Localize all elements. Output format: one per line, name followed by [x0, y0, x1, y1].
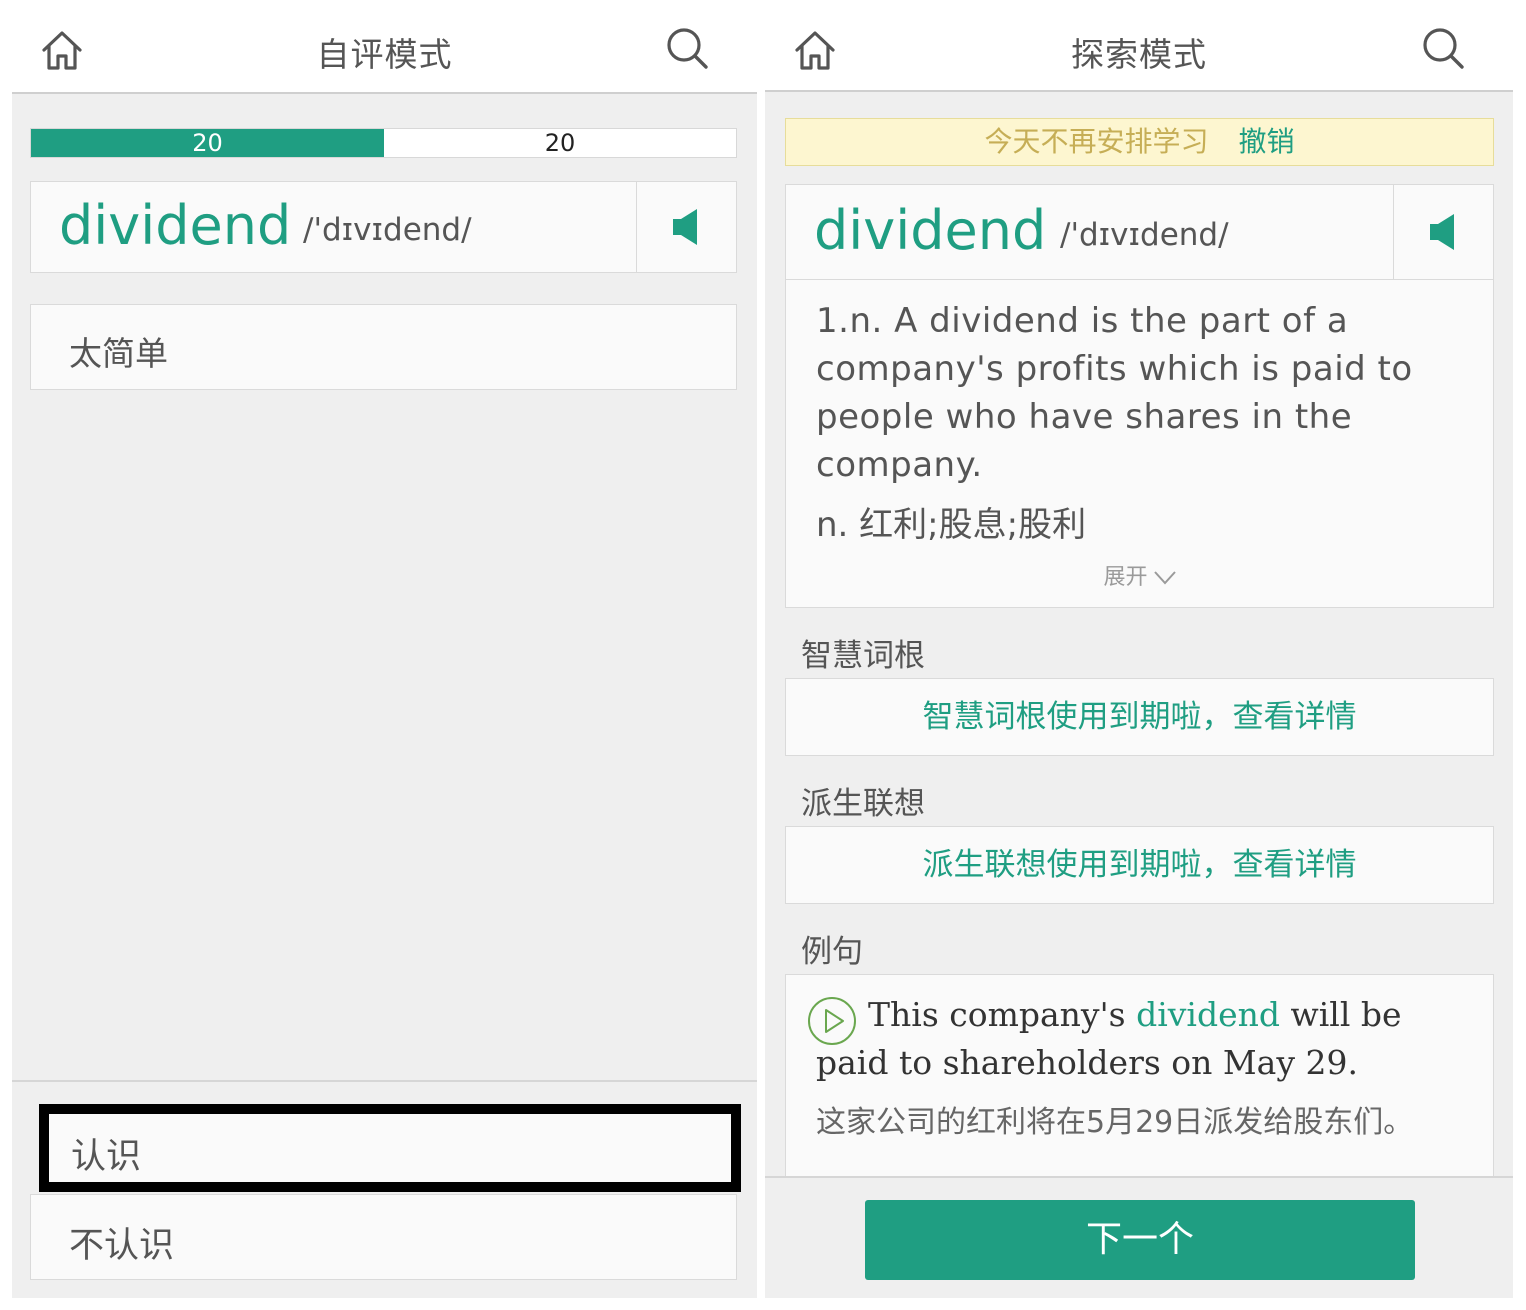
search-icon[interactable] [665, 26, 709, 70]
pronounce-button[interactable] [1393, 185, 1493, 279]
derive-heading: 派生联想 [801, 786, 925, 822]
answer-area: 不认识 认识 [12, 1080, 757, 1298]
too-easy-label: 太简单 [69, 334, 168, 373]
word-header: dividend /'dɪvɪdend/ [786, 185, 1493, 280]
search-icon[interactable] [1421, 26, 1465, 70]
page-title: 探索模式 [1071, 35, 1207, 74]
skip-today-text: 今天不再安排学习 [984, 125, 1209, 158]
definition-english: 1.n. A dividend is the part of a company… [816, 301, 1413, 485]
play-icon[interactable] [806, 995, 858, 1047]
speaker-icon [1430, 214, 1454, 250]
progress-done-count: 20 [192, 129, 223, 157]
skip-today-banner: 今天不再安排学习 撤销 [785, 118, 1494, 166]
self-assess-panel: 自评模式 20 20 dividend /'dɪvɪdend/ 太简单 不认识 … [12, 6, 757, 1298]
bottom-bar: 下一个 [765, 1176, 1513, 1298]
roots-link[interactable]: 智慧词根使用到期啦，查看详情 [786, 679, 1493, 755]
examples-heading: 例句 [801, 934, 863, 970]
definition-card: dividend /'dɪvɪdend/ 1.n. A dividend is … [785, 184, 1494, 608]
speaker-icon [673, 209, 697, 245]
expand-button[interactable]: 展开 [786, 559, 1493, 591]
phonetic: /'dɪvɪdend/ [303, 212, 472, 248]
page-title: 自评模式 [316, 35, 453, 74]
word-title: dividend [59, 194, 292, 257]
example-english: This company's dividend will be paid to … [816, 991, 1476, 1087]
explore-panel: 探索模式 今天不再安排学习 撤销 dividend /'dɪvɪdend/ 1.n… [765, 6, 1513, 1298]
expand-label: 展开 [1103, 565, 1148, 590]
word-card: dividend /'dɪvɪdend/ [30, 181, 737, 273]
pronounce-button[interactable] [636, 182, 736, 272]
know-button[interactable]: 认识 [39, 1104, 741, 1192]
word-title: dividend [814, 199, 1047, 262]
derive-link[interactable]: 派生联想使用到期啦，查看详情 [786, 827, 1493, 903]
undo-link[interactable]: 撤销 [1239, 125, 1295, 158]
top-bar: 自评模式 [12, 6, 757, 94]
derive-card[interactable]: 派生联想使用到期啦，查看详情 [785, 826, 1494, 904]
progress-bar: 20 20 [30, 128, 737, 158]
roots-card[interactable]: 智慧词根使用到期啦，查看详情 [785, 678, 1494, 756]
next-button[interactable]: 下一个 [865, 1200, 1415, 1280]
dont-know-button[interactable]: 不认识 [30, 1194, 737, 1280]
example-card: This company's dividend will be paid to … [785, 974, 1494, 1194]
example-text-before: This company's [868, 995, 1137, 1034]
phonetic: /'dɪvɪdend/ [1060, 217, 1229, 253]
example-chinese: 这家公司的红利将在5月29日派发给股东们。 [816, 1105, 1414, 1140]
know-label: 认识 [71, 1137, 142, 1177]
chevron-down-icon [1153, 571, 1176, 585]
too-easy-button[interactable]: 太简单 [30, 304, 737, 390]
progress-remaining-count: 20 [544, 129, 576, 157]
roots-heading: 智慧词根 [801, 638, 925, 674]
top-bar: 探索模式 [765, 6, 1513, 92]
dont-know-label: 不认识 [69, 1226, 175, 1266]
definition-chinese: n. 红利;股息;股利 [816, 505, 1087, 545]
example-keyword: dividend [1136, 995, 1280, 1034]
